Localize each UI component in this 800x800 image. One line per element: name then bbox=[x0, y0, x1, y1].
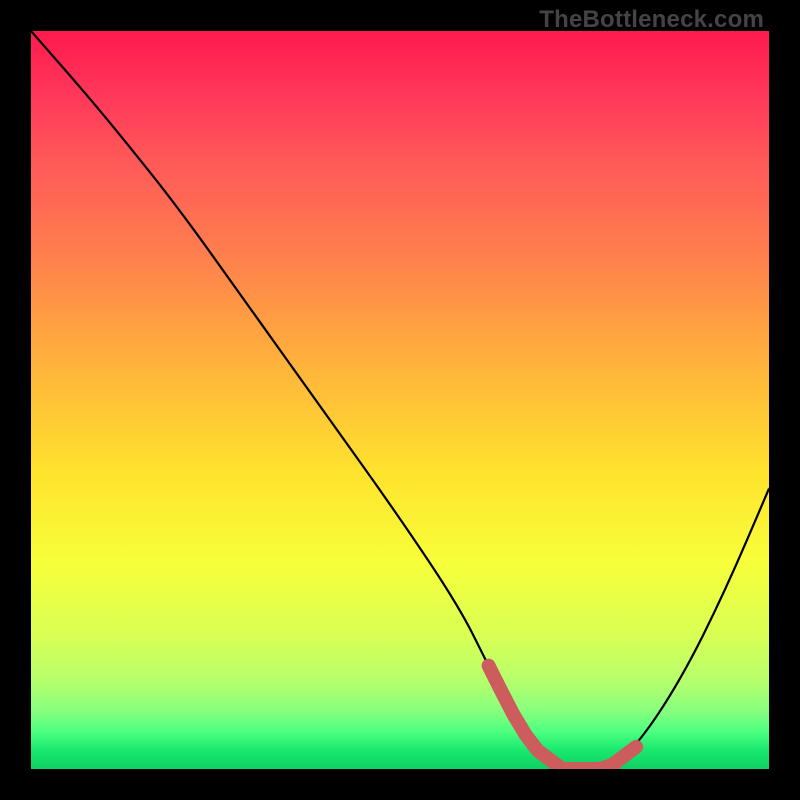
curve-svg bbox=[31, 31, 769, 769]
watermark-text: TheBottleneck.com bbox=[539, 6, 764, 34]
chart-frame: TheBottleneck.com bbox=[0, 0, 800, 800]
bottleneck-curve-line bbox=[31, 31, 769, 769]
optimal-range-marker bbox=[489, 666, 637, 769]
plot-area bbox=[31, 31, 769, 769]
